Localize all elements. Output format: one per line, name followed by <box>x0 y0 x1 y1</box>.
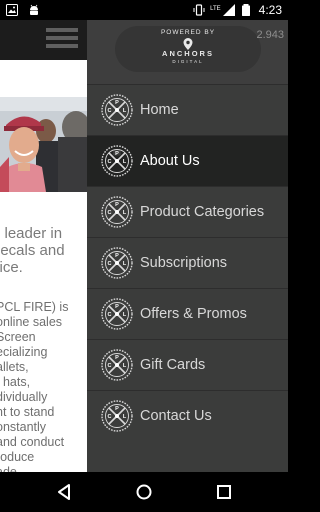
svg-text:L: L <box>123 414 127 420</box>
pcl-fire-logo-icon: P C L <box>101 145 133 177</box>
hamburger-icon[interactable] <box>46 28 78 50</box>
svg-text:L: L <box>123 210 127 216</box>
svg-text:P: P <box>115 304 119 310</box>
menu-item-label: Gift Cards <box>140 357 206 373</box>
drawer-header: POWERED BY ANCHORS DIGITAL 2.943 <box>87 20 288 84</box>
android-icon <box>30 4 38 15</box>
status-right: LTE 4:23 <box>193 3 282 17</box>
vibrate-icon <box>193 4 205 16</box>
menu-item-label: Offers & Promos <box>140 306 247 322</box>
svg-text:C: C <box>108 312 112 318</box>
pcl-fire-logo-icon: P C L <box>101 196 133 228</box>
battery-icon <box>241 4 250 16</box>
menu-item-about-us[interactable]: P C L About Us <box>87 135 288 186</box>
clock: 4:23 <box>258 3 282 17</box>
recents-icon[interactable] <box>212 480 236 504</box>
menu-item-product-categories[interactable]: P C L Product Categories <box>87 186 288 237</box>
svg-text:C: C <box>108 261 112 267</box>
version-label: 2.943 <box>256 29 284 41</box>
svg-text:L: L <box>123 159 127 165</box>
notification-image-icon <box>6 4 18 16</box>
pcl-fire-logo-icon: P C L <box>101 349 133 381</box>
svg-text:P: P <box>115 406 119 412</box>
home-icon[interactable] <box>132 480 156 504</box>
svg-text:P: P <box>115 355 119 361</box>
menu-item-label: Home <box>140 102 179 118</box>
powered-by-logo: POWERED BY ANCHORS DIGITAL <box>115 26 261 72</box>
svg-text:C: C <box>108 363 112 369</box>
navigation-drawer: POWERED BY ANCHORS DIGITAL 2.943 P C L H… <box>87 20 288 472</box>
menu-item-home[interactable]: P C L Home <box>87 84 288 135</box>
status-bar: LTE 4:23 <box>0 0 288 20</box>
brand-sub: DIGITAL <box>172 59 204 64</box>
menu-item-contact-us[interactable]: P C L Contact Us <box>87 390 288 441</box>
map-pin-icon <box>183 38 193 50</box>
svg-text:P: P <box>115 100 119 106</box>
svg-text:L: L <box>123 108 127 114</box>
menu-item-subscriptions[interactable]: P C L Subscriptions <box>87 237 288 288</box>
network-type: LTE <box>210 6 221 12</box>
brand-name: ANCHORS <box>162 49 214 58</box>
system-nav-bar <box>0 472 288 512</box>
signal-icon <box>222 4 235 16</box>
menu-item-gift-cards[interactable]: P C L Gift Cards <box>87 339 288 390</box>
svg-text:P: P <box>115 202 119 208</box>
pcl-fire-logo-icon: P C L <box>101 247 133 279</box>
pcl-fire-logo-icon: P C L <box>101 94 133 126</box>
svg-text:C: C <box>108 414 112 420</box>
powered-by-text: POWERED BY <box>160 29 216 36</box>
svg-text:L: L <box>123 261 127 267</box>
svg-text:C: C <box>108 108 112 114</box>
svg-text:L: L <box>123 312 127 318</box>
pcl-fire-logo-icon: P C L <box>101 298 133 330</box>
svg-text:L: L <box>123 363 127 369</box>
svg-text:P: P <box>115 151 119 157</box>
menu-item-label: Subscriptions <box>140 255 228 271</box>
menu-item-label: Product Categories <box>140 204 265 220</box>
svg-text:P: P <box>115 253 119 259</box>
back-icon[interactable] <box>52 480 76 504</box>
menu-item-label: About Us <box>140 153 200 169</box>
svg-text:C: C <box>108 159 112 165</box>
drawer-menu: P C L Home P C L About Us P C L Product … <box>87 84 288 441</box>
svg-text:C: C <box>108 210 112 216</box>
menu-item-label: Contact Us <box>140 408 212 424</box>
menu-item-offers-promos[interactable]: P C L Offers & Promos <box>87 288 288 339</box>
status-left <box>6 4 40 16</box>
hero-photo <box>0 97 88 192</box>
pcl-fire-logo-icon: P C L <box>101 400 133 432</box>
